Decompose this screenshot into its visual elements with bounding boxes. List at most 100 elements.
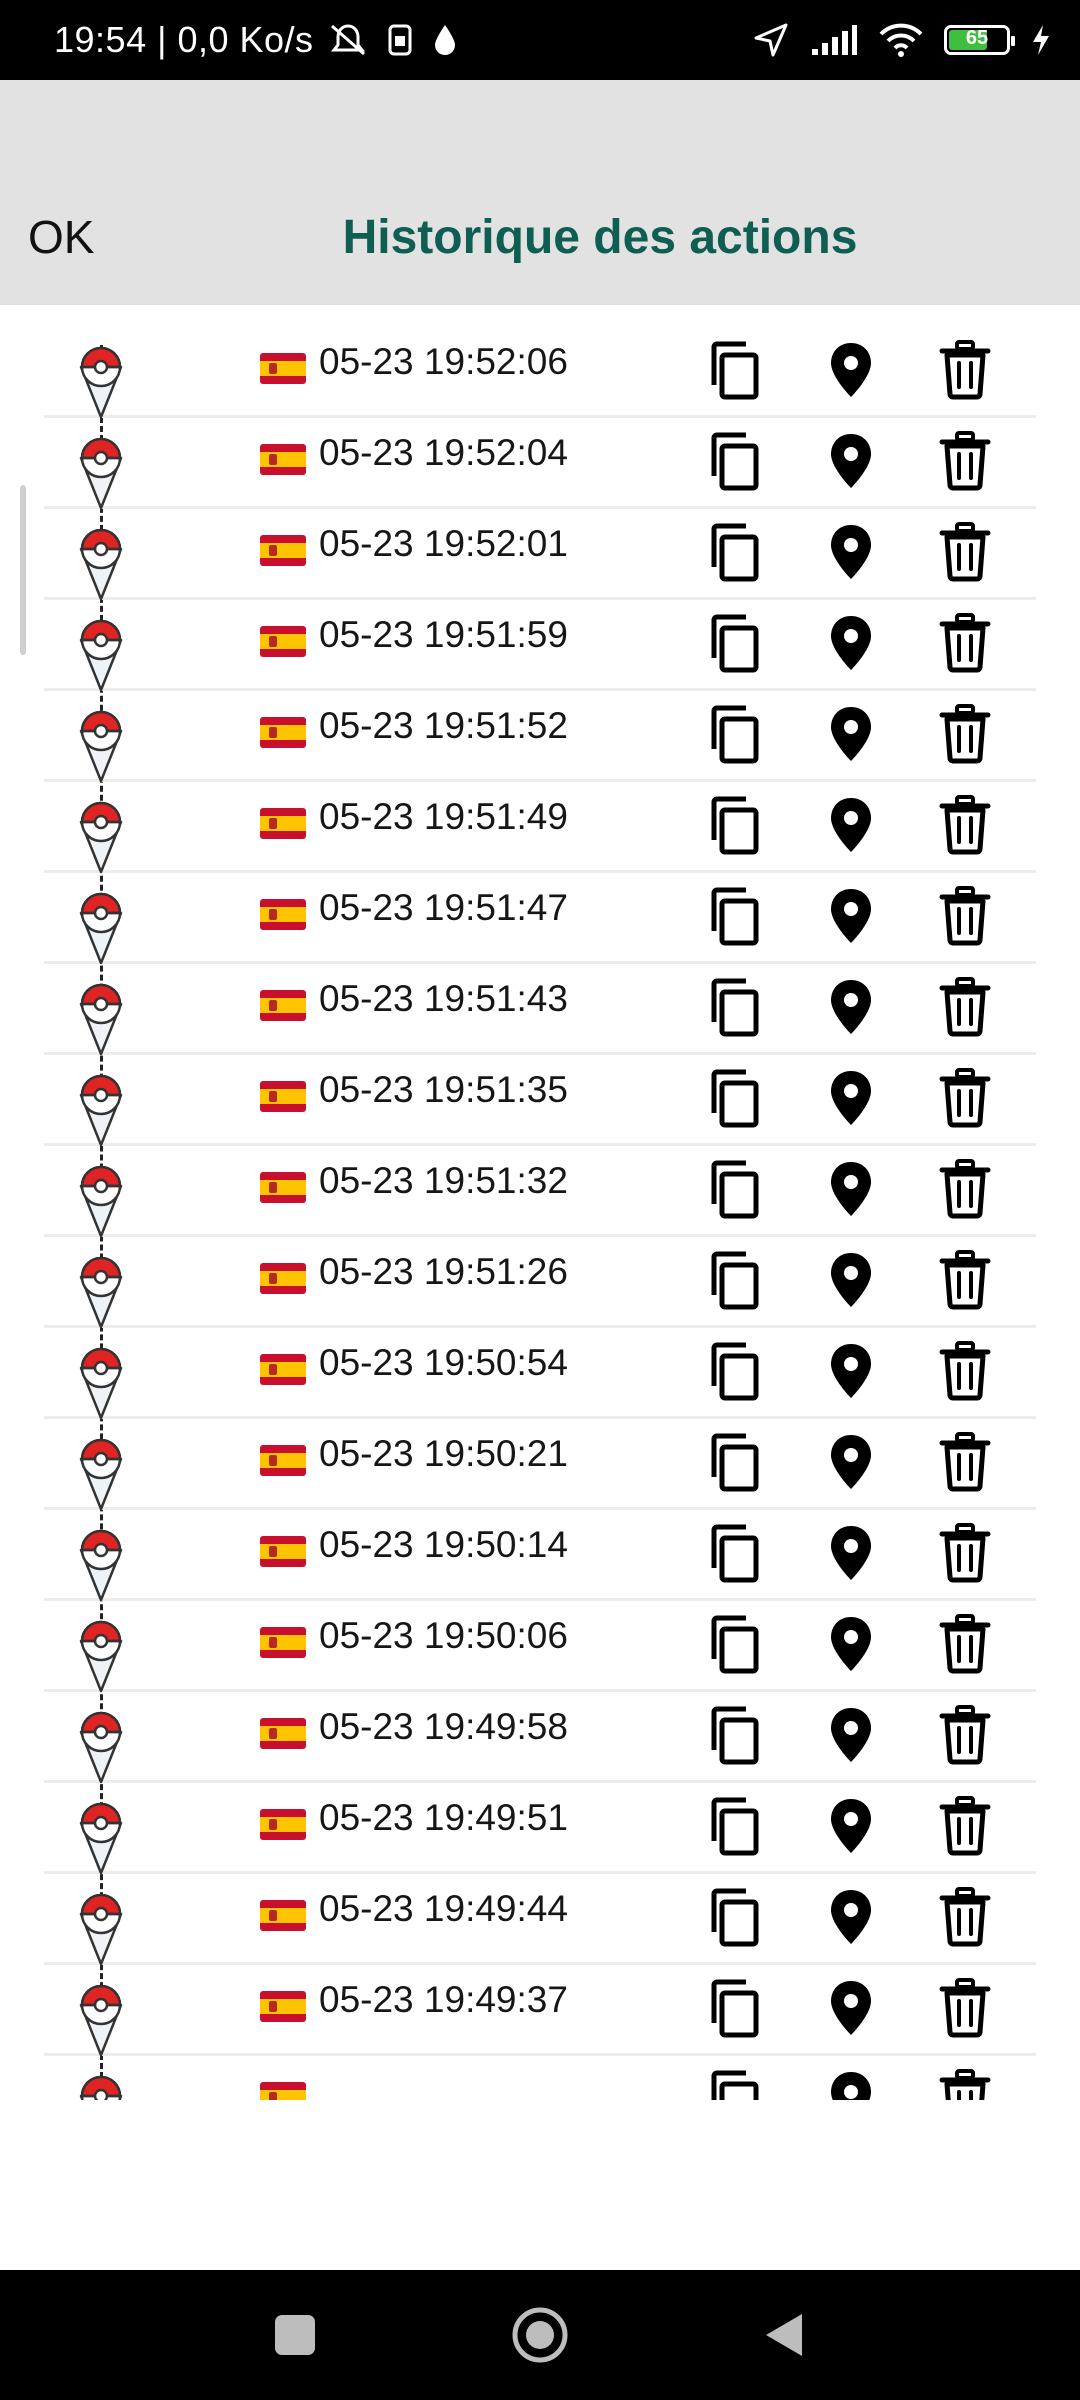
history-row[interactable]: 05-23 19:49:44 bbox=[44, 1872, 1036, 1966]
copy-icon[interactable] bbox=[702, 521, 764, 583]
trash-icon[interactable] bbox=[934, 1977, 996, 2039]
copy-icon[interactable] bbox=[702, 1431, 764, 1493]
history-row[interactable]: 05-23 19:51:35 bbox=[44, 1053, 1036, 1147]
ok-button[interactable]: OK bbox=[28, 210, 94, 264]
trash-icon[interactable] bbox=[934, 612, 996, 674]
history-row[interactable]: 05-23 19:50:21 bbox=[44, 1417, 1036, 1511]
trash-icon[interactable] bbox=[934, 703, 996, 765]
copy-icon[interactable] bbox=[702, 885, 764, 947]
history-row[interactable]: 05-23 19:50:54 bbox=[44, 1326, 1036, 1420]
row-timestamp: 05-23 19:51:35 bbox=[319, 1069, 568, 1110]
copy-icon[interactable] bbox=[702, 1613, 764, 1675]
copy-icon[interactable] bbox=[702, 1522, 764, 1584]
spain-flag-icon bbox=[260, 1081, 306, 1112]
map-pin-icon[interactable] bbox=[820, 1886, 882, 1948]
trash-icon[interactable] bbox=[934, 885, 996, 947]
map-pin-icon[interactable] bbox=[820, 1522, 882, 1584]
copy-icon[interactable] bbox=[702, 794, 764, 856]
history-row[interactable]: 05-23 19:49:51 bbox=[44, 1781, 1036, 1875]
trash-icon[interactable] bbox=[934, 1522, 996, 1584]
history-row[interactable]: 05-23 19:51:43 bbox=[44, 962, 1036, 1056]
map-pin-icon[interactable] bbox=[820, 1158, 882, 1220]
history-row[interactable]: 05-23 19:52:01 bbox=[44, 507, 1036, 601]
copy-icon[interactable] bbox=[702, 1158, 764, 1220]
copy-icon[interactable] bbox=[702, 612, 764, 674]
trash-icon[interactable] bbox=[934, 1886, 996, 1948]
copy-icon[interactable] bbox=[702, 1340, 764, 1402]
history-row[interactable]: 05-23 19:51:52 bbox=[44, 689, 1036, 783]
map-pin-icon[interactable] bbox=[820, 339, 882, 401]
history-row[interactable]: 05-23 19:52:04 bbox=[44, 416, 1036, 510]
spain-flag-icon bbox=[260, 1627, 306, 1658]
battery-icon: 65 bbox=[944, 25, 1015, 55]
copy-icon[interactable] bbox=[702, 1704, 764, 1766]
row-timestamp: 05-23 19:50:54 bbox=[319, 1342, 568, 1383]
map-pin-icon[interactable] bbox=[820, 1249, 882, 1311]
copy-icon[interactable] bbox=[702, 703, 764, 765]
trash-icon[interactable] bbox=[934, 976, 996, 1038]
history-list[interactable]: 05-23 19:52:06 05-23 19:52:04 05-23 19:5… bbox=[0, 305, 1080, 2100]
recents-square-icon[interactable] bbox=[260, 2300, 330, 2370]
map-pin-icon[interactable] bbox=[820, 1704, 882, 1766]
app-header bbox=[0, 80, 1080, 305]
map-pin-icon[interactable] bbox=[820, 885, 882, 947]
trash-icon[interactable] bbox=[934, 794, 996, 856]
trash-icon[interactable] bbox=[934, 1158, 996, 1220]
copy-icon[interactable] bbox=[702, 339, 764, 401]
copy-icon[interactable] bbox=[702, 430, 764, 492]
spain-flag-icon bbox=[260, 1809, 306, 1840]
map-pin-icon[interactable] bbox=[820, 703, 882, 765]
map-pin-icon[interactable] bbox=[820, 1613, 882, 1675]
spain-flag-icon bbox=[260, 444, 306, 475]
history-row[interactable]: 05-23 19:50:06 bbox=[44, 1599, 1036, 1693]
signal-icon bbox=[812, 25, 857, 55]
trash-icon[interactable] bbox=[934, 1340, 996, 1402]
trash-icon[interactable] bbox=[934, 1613, 996, 1675]
map-pin-icon[interactable] bbox=[820, 2068, 882, 2100]
history-row[interactable]: 05-23 19:51:47 bbox=[44, 871, 1036, 965]
trash-icon[interactable] bbox=[934, 1431, 996, 1493]
pokeball-pin-icon bbox=[78, 800, 124, 874]
map-pin-icon[interactable] bbox=[820, 612, 882, 674]
copy-icon[interactable] bbox=[702, 1249, 764, 1311]
map-pin-icon[interactable] bbox=[820, 1431, 882, 1493]
history-row[interactable]: 05-23 19:52:06 bbox=[44, 325, 1036, 419]
back-triangle-icon[interactable] bbox=[750, 2300, 820, 2370]
history-row[interactable]: 05-23 19:51:26 bbox=[44, 1235, 1036, 1329]
map-pin-icon[interactable] bbox=[820, 430, 882, 492]
history-row[interactable]: 05-23 19:49:58 bbox=[44, 1690, 1036, 1784]
copy-icon[interactable] bbox=[702, 1795, 764, 1857]
trash-icon[interactable] bbox=[934, 1067, 996, 1129]
copy-icon[interactable] bbox=[702, 2068, 764, 2100]
trash-icon[interactable] bbox=[934, 430, 996, 492]
trash-icon[interactable] bbox=[934, 1249, 996, 1311]
home-circle-icon[interactable] bbox=[505, 2300, 575, 2370]
spain-flag-icon bbox=[260, 1445, 306, 1476]
trash-icon[interactable] bbox=[934, 2068, 996, 2100]
row-timestamp: 05-23 19:50:06 bbox=[319, 1615, 568, 1656]
scrollbar[interactable] bbox=[20, 485, 26, 655]
map-pin-icon[interactable] bbox=[820, 794, 882, 856]
pokeball-pin-icon bbox=[78, 436, 124, 510]
row-timestamp: 05-23 19:51:59 bbox=[319, 614, 568, 655]
map-pin-icon[interactable] bbox=[820, 1795, 882, 1857]
history-row[interactable]: 05-23 19:50:14 bbox=[44, 1508, 1036, 1602]
trash-icon[interactable] bbox=[934, 339, 996, 401]
copy-icon[interactable] bbox=[702, 1977, 764, 2039]
map-pin-icon[interactable] bbox=[820, 1067, 882, 1129]
trash-icon[interactable] bbox=[934, 1704, 996, 1766]
trash-icon[interactable] bbox=[934, 521, 996, 583]
map-pin-icon[interactable] bbox=[820, 521, 882, 583]
map-pin-icon[interactable] bbox=[820, 1340, 882, 1402]
history-row[interactable]: 05-23 19:51:32 bbox=[44, 1144, 1036, 1238]
copy-icon[interactable] bbox=[702, 976, 764, 1038]
copy-icon[interactable] bbox=[702, 1067, 764, 1129]
history-row[interactable]: 05-23 19:49:37 bbox=[44, 1963, 1036, 2057]
map-pin-icon[interactable] bbox=[820, 1977, 882, 2039]
history-row[interactable]: 05-23 19:51:59 bbox=[44, 598, 1036, 692]
history-row[interactable] bbox=[44, 2054, 1036, 2100]
trash-icon[interactable] bbox=[934, 1795, 996, 1857]
copy-icon[interactable] bbox=[702, 1886, 764, 1948]
map-pin-icon[interactable] bbox=[820, 976, 882, 1038]
history-row[interactable]: 05-23 19:51:49 bbox=[44, 780, 1036, 874]
